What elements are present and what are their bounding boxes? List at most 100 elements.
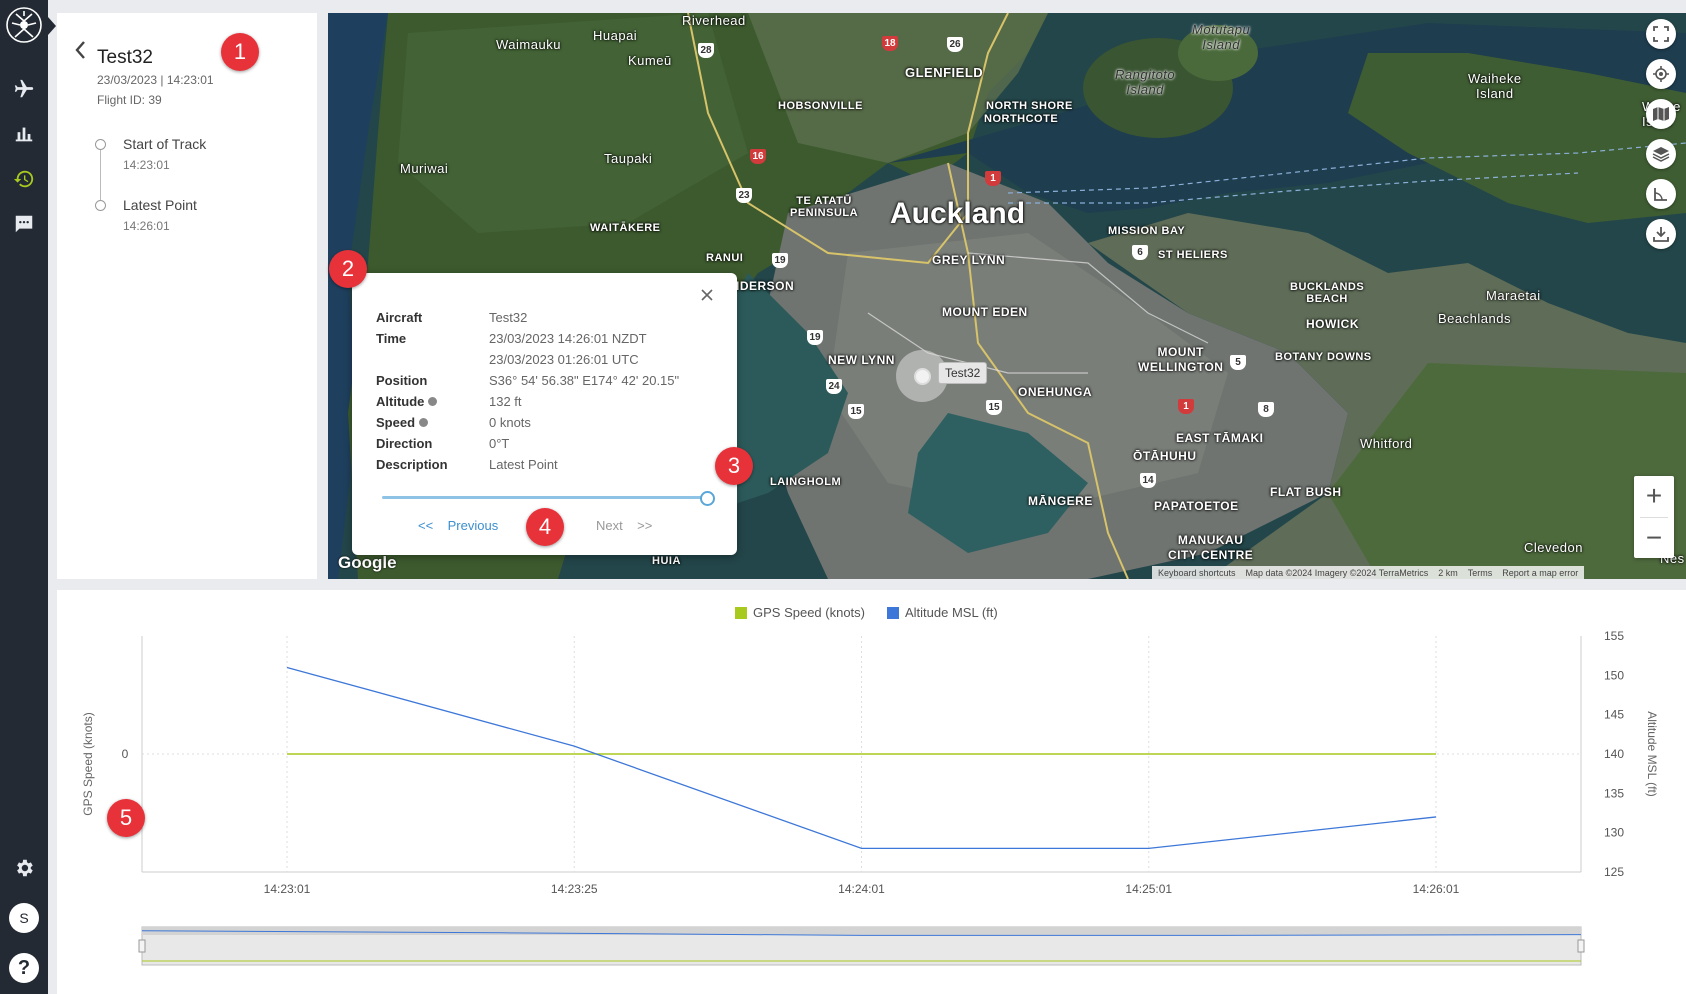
fullscreen-icon[interactable] xyxy=(1646,19,1676,49)
keyboard-shortcuts-link[interactable]: Keyboard shortcuts xyxy=(1158,568,1236,578)
popup-key: Altitude xyxy=(376,394,425,409)
range-handle-left[interactable] xyxy=(138,939,146,953)
zoom-in-button[interactable]: + xyxy=(1634,476,1674,516)
terms-link[interactable]: Terms xyxy=(1468,568,1493,578)
aircraft-icon[interactable] xyxy=(7,72,41,106)
map-label: MOUNT EDEN xyxy=(942,305,1028,319)
chart-canvas: 14:23:01 14:23:25 14:24:01 14:25:01 14:26:01… xyxy=(81,629,1659,966)
popup-value: 0 knots xyxy=(489,415,531,430)
x-tick-label: 14:26:01 xyxy=(1413,882,1460,896)
timeline-item-time: 14:26:01 xyxy=(123,219,170,233)
track-datetime: 23/03/2023 | 14:23:01 xyxy=(97,73,214,87)
popup-value: 23/03/2023 14:26:01 NZDT xyxy=(489,331,647,346)
point-slider-thumb[interactable] xyxy=(700,491,715,506)
locate-icon[interactable] xyxy=(1646,59,1676,89)
road-shield: 24 xyxy=(826,379,842,394)
map-scale: 2 km xyxy=(1438,567,1458,578)
satellite-map[interactable]: Auckland Riverhead Waimauku Huapai Kumeū… xyxy=(328,13,1686,579)
road-shield: 1 xyxy=(985,171,1001,186)
track-flight-id: Flight ID: 39 xyxy=(97,93,162,107)
road-shield: 15 xyxy=(848,404,864,419)
map-label: NORTHCOTE xyxy=(984,113,1059,125)
info-icon[interactable] xyxy=(428,397,438,406)
popup-value: S36° 54' 56.38" E174° 42' 20.15" xyxy=(489,373,680,388)
timeline-item-start[interactable]: Start of Track xyxy=(123,136,206,152)
road-shield: 8 xyxy=(1258,402,1274,417)
popup-value: Test32 xyxy=(489,310,528,325)
bar-chart-icon[interactable] xyxy=(7,117,41,151)
range-navigator-scrollbar xyxy=(142,927,1581,935)
map-label: Muriwai xyxy=(400,161,449,176)
map-type-icon[interactable] xyxy=(1646,99,1676,129)
step-marker-2: 2 xyxy=(329,250,367,288)
popup-value: 0°T xyxy=(489,436,510,451)
map-label: BOTANY DOWNS xyxy=(1275,351,1372,363)
rail-active-caret xyxy=(48,17,56,35)
map-label: Waimauku xyxy=(496,37,561,52)
back-chevron-icon[interactable] xyxy=(73,39,87,61)
download-icon[interactable] xyxy=(1646,219,1676,249)
aircraft-label[interactable]: Test32 xyxy=(938,362,988,384)
map-label: Whitford xyxy=(1360,436,1413,451)
zoom-out-button[interactable]: − xyxy=(1634,518,1674,558)
road-shield: 23 xyxy=(736,188,752,203)
layers-icon[interactable] xyxy=(1646,139,1676,169)
history-icon[interactable] xyxy=(7,162,41,196)
measure-icon[interactable] xyxy=(1646,179,1676,209)
popup-key: Time xyxy=(376,331,407,346)
map-label: MOUNT WELLINGTON xyxy=(1138,345,1224,374)
map-label: EAST TĀMAKI xyxy=(1176,431,1264,445)
logo-icon[interactable] xyxy=(5,6,43,44)
road-shield: 15 xyxy=(986,400,1002,415)
gear-icon[interactable] xyxy=(7,851,41,885)
nav-rail: S ? xyxy=(0,0,48,994)
road-shield: 16 xyxy=(750,149,766,164)
timeline-item-latest[interactable]: Latest Point xyxy=(123,197,197,213)
map-label: Riverhead xyxy=(682,13,746,28)
map-label: ST HELIERS xyxy=(1158,249,1228,261)
map-label: ŌTĀHUHU xyxy=(1133,449,1197,463)
point-slider-track[interactable] xyxy=(382,496,707,499)
right-tick-label: 130 xyxy=(1604,826,1624,840)
map-label: Rangitoto Island xyxy=(1115,67,1176,97)
previous-button[interactable]: << Previous xyxy=(418,518,498,533)
report-error-link[interactable]: Report a map error xyxy=(1502,568,1578,578)
map-label: BUCKLANDS BEACH xyxy=(1290,281,1365,305)
avatar[interactable]: S xyxy=(9,903,39,933)
road-shield: 19 xyxy=(807,330,823,345)
x-tick-label: 14:25:01 xyxy=(1125,882,1172,896)
x-tick-label: 14:23:25 xyxy=(551,882,598,896)
map-attribution: Keyboard shortcuts Map data ©2024 Imager… xyxy=(1152,566,1585,579)
timeline-item-time: 14:23:01 xyxy=(123,158,170,172)
popup-value: Latest Point xyxy=(489,457,558,472)
track-title: Test32 xyxy=(97,47,153,68)
road-shield: 19 xyxy=(772,253,788,268)
right-tick-label: 145 xyxy=(1604,708,1624,722)
right-tick-label: 140 xyxy=(1604,747,1624,761)
map-label-auckland: Auckland xyxy=(890,197,1026,230)
x-tick-label: 14:24:01 xyxy=(838,882,885,896)
popup-key: Description xyxy=(376,457,448,472)
map-label: GLENFIELD xyxy=(905,65,984,80)
step-marker-3: 3 xyxy=(715,447,753,485)
popup-value: 132 ft xyxy=(489,394,522,409)
next-button[interactable]: Next >> xyxy=(596,518,652,533)
chat-icon[interactable] xyxy=(7,207,41,241)
step-marker-5: 5 xyxy=(107,799,145,837)
range-handle-right[interactable] xyxy=(1577,939,1585,953)
map-label: Motutapu Island xyxy=(1192,22,1251,52)
road-shield: 6 xyxy=(1132,245,1148,260)
road-shield: 18 xyxy=(882,36,898,51)
close-icon[interactable] xyxy=(699,287,715,303)
left-axis-title: GPS Speed (knots) xyxy=(81,712,95,815)
right-tick-label: 135 xyxy=(1604,786,1624,800)
map-label: Waiheke Island xyxy=(1468,71,1522,101)
left-tick-label: 0 xyxy=(122,747,129,761)
right-tick-label: 155 xyxy=(1604,629,1624,643)
popup-key: Direction xyxy=(376,436,433,451)
road-shield: 14 xyxy=(1140,473,1156,488)
popup-key: Position xyxy=(376,373,428,388)
info-icon[interactable] xyxy=(419,418,429,427)
map-label: HOWICK xyxy=(1306,317,1359,331)
help-icon[interactable]: ? xyxy=(9,953,39,983)
